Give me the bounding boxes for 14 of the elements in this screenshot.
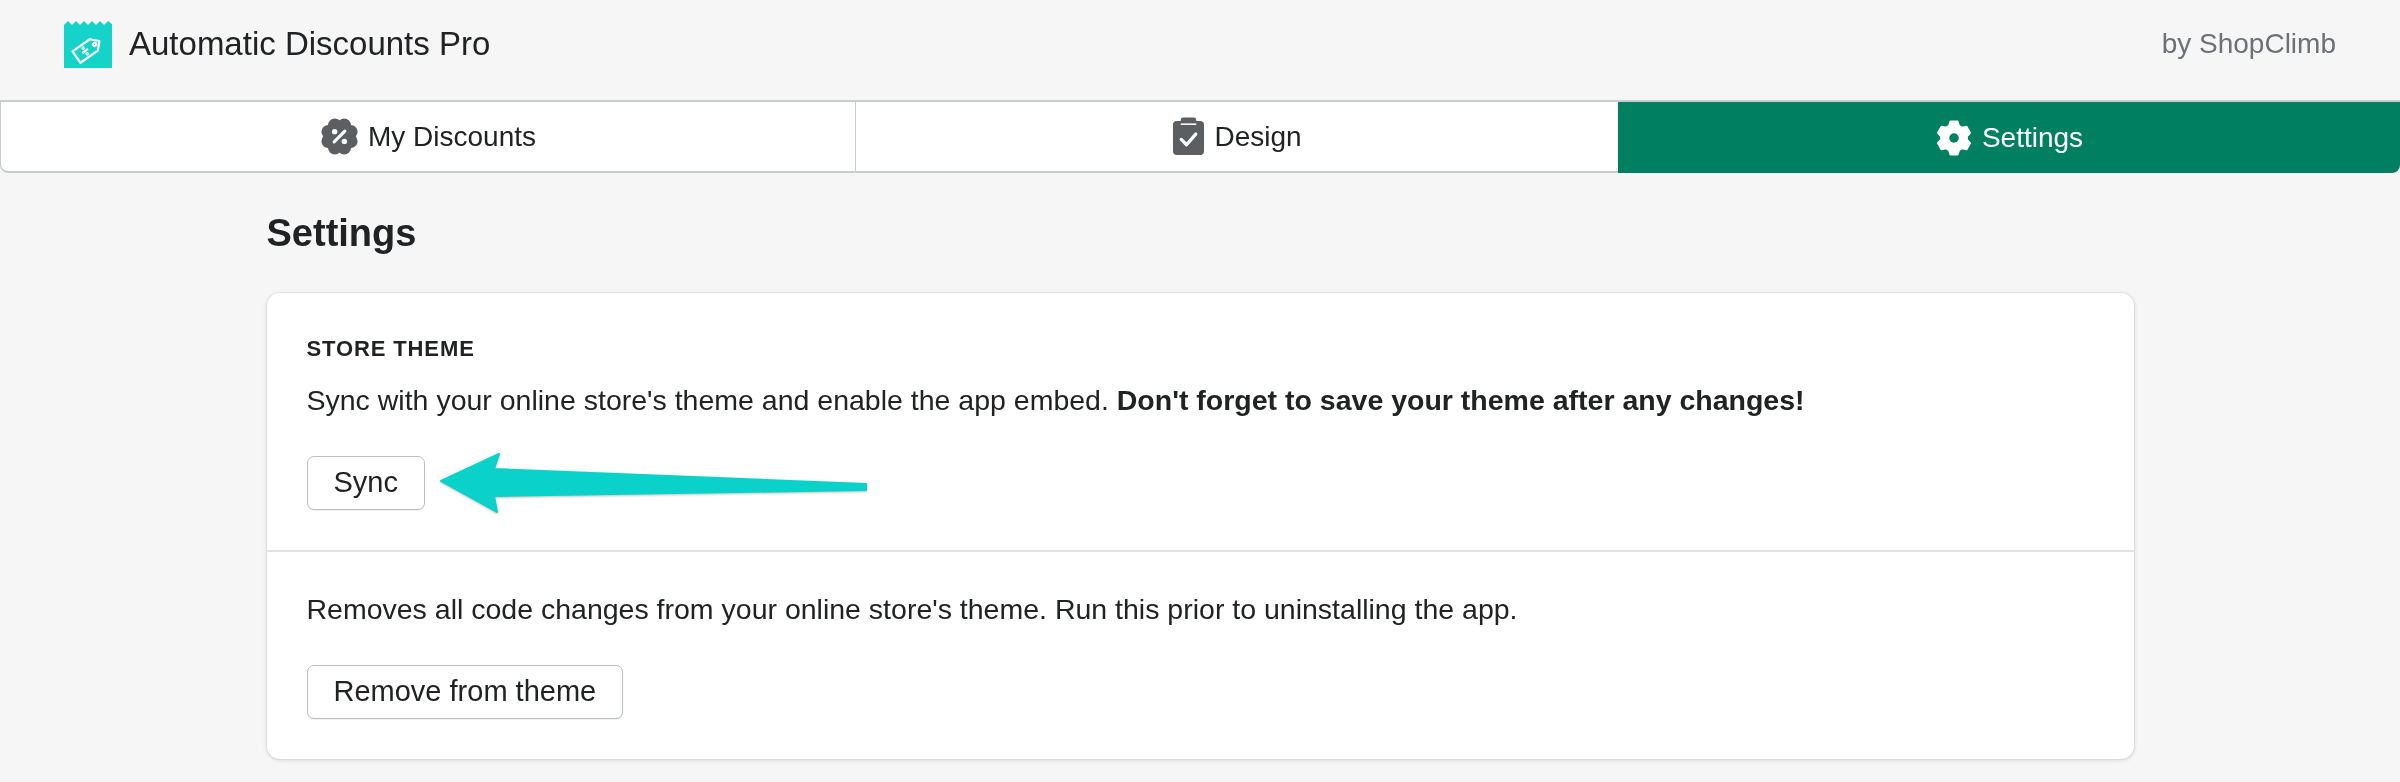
sync-button[interactable]: Sync [306, 456, 425, 510]
section-description: Removes all code changes from your online store's theme. Run this prior to uninstalling the app. [306, 592, 1519, 627]
page-title: Settings [266, 211, 418, 255]
navigation-tab[interactable]: Design [855, 102, 1618, 173]
percent-badge-icon [319, 117, 359, 156]
navigation-tab[interactable]: My Discounts [0, 102, 855, 173]
remove-from-theme-button[interactable]: Remove from theme [306, 665, 624, 719]
navigation-tab[interactable]: Settings [1618, 102, 2400, 173]
section-heading: STORE THEME [306, 335, 476, 363]
clipboard-check-icon [1172, 117, 1206, 156]
section-description: Sync with your online store's theme and enable the app embed. Don't forget to save your theme after any changes! [306, 383, 1806, 418]
vendor-label: by ShopClimb [2161, 27, 2336, 61]
tag-logo-icon [64, 20, 112, 68]
app-title: Automatic Discounts Pro [129, 24, 491, 64]
